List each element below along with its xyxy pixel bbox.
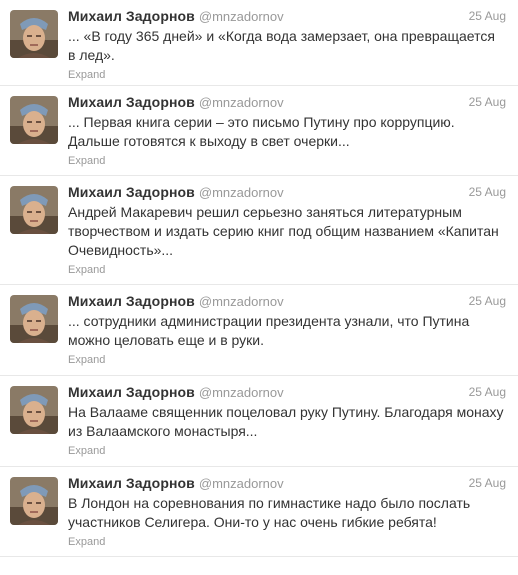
- tweet-item[interactable]: Михаил Задорнов @mnzadornov 25 Aug ... Пе…: [0, 86, 518, 176]
- tweet-timestamp[interactable]: 25 Aug: [469, 385, 506, 399]
- author-handle: @mnzadornov: [198, 294, 284, 309]
- tweet-item[interactable]: Михаил Задорнов @mnzadornov 25 Aug На Вал…: [0, 376, 518, 467]
- expand-link[interactable]: Expand: [68, 153, 518, 169]
- author-name[interactable]: Михаил Задорнов: [68, 184, 195, 200]
- expand-link[interactable]: Expand: [68, 534, 518, 550]
- expand-link[interactable]: Expand: [68, 67, 518, 83]
- tweet-item[interactable]: Михаил Задорнов @mnzadornov 25 Aug Андрей…: [0, 176, 518, 285]
- author-handle: @mnzadornov: [198, 185, 284, 200]
- author-name[interactable]: Михаил Задорнов: [68, 293, 195, 309]
- avatar[interactable]: [10, 10, 58, 58]
- author-name[interactable]: Михаил Задорнов: [68, 475, 195, 491]
- avatar[interactable]: [10, 386, 58, 434]
- tweet-timeline: Михаил Задорнов @mnzadornov 25 Aug ... «В…: [0, 0, 518, 557]
- tweet-timestamp[interactable]: 25 Aug: [469, 185, 506, 199]
- tweet-item[interactable]: Михаил Задорнов @mnzadornov 25 Aug ... «В…: [0, 0, 518, 86]
- author-handle: @mnzadornov: [198, 95, 284, 110]
- tweet-text: В Лондон на соревнования по гимнастике н…: [68, 495, 471, 530]
- tweet-timestamp[interactable]: 25 Aug: [469, 9, 506, 23]
- author-handle: @mnzadornov: [198, 385, 284, 400]
- author-handle: @mnzadornov: [198, 476, 284, 491]
- tweet-timestamp[interactable]: 25 Aug: [469, 294, 506, 308]
- tweet-text: На Валааме священник поцеловал руку Пути…: [68, 404, 504, 439]
- tweet-text: ... Первая книга серии – это письмо Пути…: [68, 114, 455, 149]
- tweet-text: ... «В году 365 дней» и «Когда вода заме…: [68, 28, 495, 63]
- expand-link[interactable]: Expand: [68, 352, 518, 368]
- avatar[interactable]: [10, 295, 58, 343]
- author-name[interactable]: Михаил Задорнов: [68, 8, 195, 24]
- tweet-timestamp[interactable]: 25 Aug: [469, 95, 506, 109]
- avatar[interactable]: [10, 96, 58, 144]
- tweet-text: ... сотрудники администрации президента …: [68, 313, 470, 348]
- avatar[interactable]: [10, 477, 58, 525]
- tweet-timestamp[interactable]: 25 Aug: [469, 476, 506, 490]
- author-handle: @mnzadornov: [198, 9, 284, 24]
- expand-link[interactable]: Expand: [68, 262, 518, 278]
- avatar[interactable]: [10, 186, 58, 234]
- expand-link[interactable]: Expand: [68, 443, 518, 459]
- author-name[interactable]: Михаил Задорнов: [68, 384, 195, 400]
- tweet-item[interactable]: Михаил Задорнов @mnzadornov 25 Aug ... со…: [0, 285, 518, 376]
- tweet-item[interactable]: Михаил Задорнов @mnzadornov 25 Aug В Лонд…: [0, 467, 518, 557]
- author-name[interactable]: Михаил Задорнов: [68, 94, 195, 110]
- tweet-text: Андрей Макаревич решил серьезно заняться…: [68, 204, 499, 258]
